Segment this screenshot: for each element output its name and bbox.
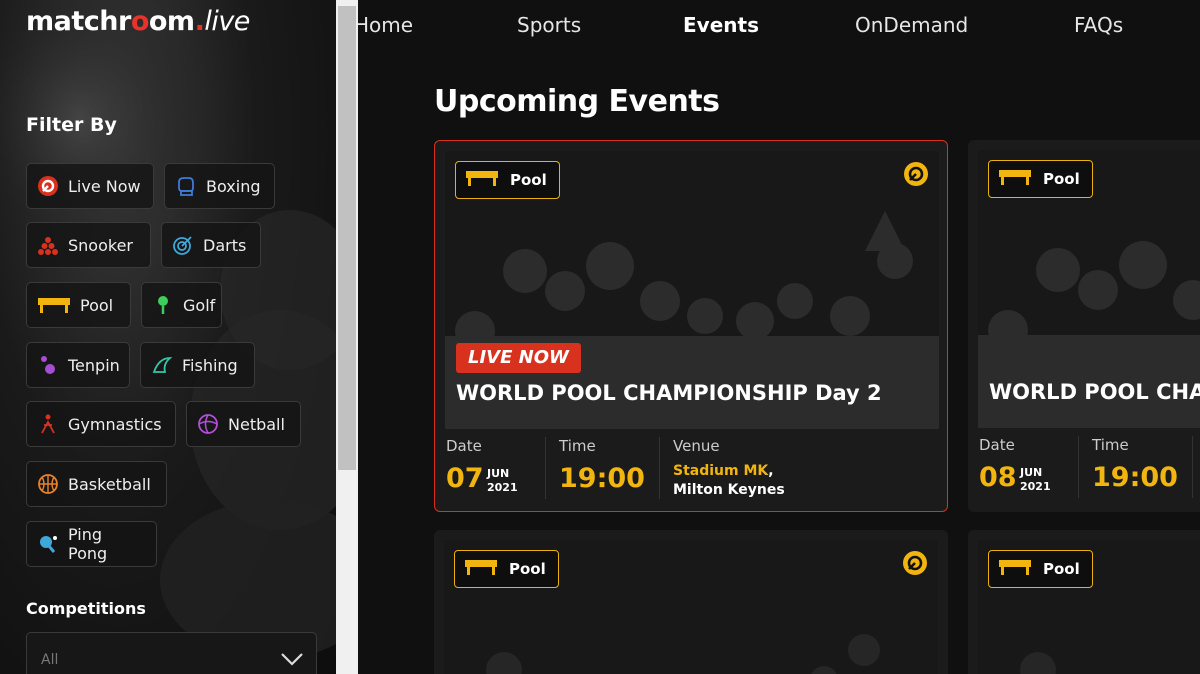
event-card[interactable]: Pool LIVE NOW WORLD POOL CHAMPIONSHIP Da… [434, 140, 948, 512]
event-info: Date 08 JUN 2021 Time 19:00 [968, 436, 1200, 506]
event-month-year: JUN 2021 [487, 467, 518, 495]
time-label: Time [559, 437, 596, 455]
event-year: 2021 [1020, 480, 1051, 493]
event-month-year: JUN 2021 [1020, 466, 1051, 494]
event-time: 19:00 [1092, 462, 1178, 493]
chevron-down-icon [280, 651, 304, 670]
filter-label: Netball [228, 414, 285, 434]
divider [1078, 436, 1079, 498]
date-label: Date [979, 436, 1015, 454]
netball-icon [197, 413, 219, 435]
pool-table-icon [37, 294, 71, 316]
event-card[interactable]: Pool [434, 530, 948, 674]
event-year: 2021 [487, 481, 518, 494]
filter-pool[interactable]: Pool [26, 282, 131, 328]
event-card[interactable]: Pool [968, 530, 1200, 674]
sport-badge-label: Pool [1043, 170, 1080, 188]
nav-ondemand[interactable]: OnDemand [855, 13, 968, 37]
divider [1192, 436, 1193, 498]
filter-label: Gymnastics [68, 414, 162, 434]
pool-table-icon [998, 167, 1032, 191]
filter-boxing[interactable]: Boxing [164, 163, 275, 209]
filter-by-title: Filter By [26, 114, 117, 136]
event-month: JUN [487, 467, 510, 480]
filter-basketball[interactable]: Basketball [26, 461, 167, 507]
filter-label: Live Now [68, 176, 141, 196]
filter-label: Tenpin [68, 355, 120, 375]
venue-name-text: Stadium MK [673, 463, 769, 479]
filter-golf[interactable]: Golf [141, 282, 222, 328]
filter-live-now[interactable]: Live Now [26, 163, 154, 209]
nav-sports[interactable]: Sports [517, 13, 581, 37]
filter-fishing[interactable]: Fishing [140, 342, 255, 388]
snooker-balls-icon [37, 234, 59, 256]
sidebar: matchroom.live Filter By Live Now Boxing… [0, 0, 336, 674]
sidebar-scrollbar-thumb[interactable] [338, 6, 356, 470]
ping-pong-paddle-icon [37, 533, 59, 555]
sport-badge-label: Pool [509, 560, 546, 578]
boxing-glove-icon [175, 175, 197, 197]
event-month: JUN [1020, 466, 1043, 479]
time-label: Time [1092, 436, 1129, 454]
venue-label: Venue [673, 437, 720, 455]
pool-table-icon [998, 557, 1032, 581]
pool-table-icon [465, 168, 499, 192]
venue-comma: , [768, 463, 774, 479]
page-title: Upcoming Events [434, 84, 720, 119]
event-day: 07 [446, 463, 484, 494]
main-content: Home Sports Events OnDemand FAQs Upcomin… [358, 0, 1200, 674]
competitions-select-value: All [41, 652, 59, 668]
filter-tenpin[interactable]: Tenpin [26, 342, 130, 388]
sport-badge: Pool [988, 550, 1093, 588]
filter-ping-pong[interactable]: Ping Pong [26, 521, 157, 567]
filter-label: Boxing [206, 176, 261, 196]
sport-badge: Pool [454, 550, 559, 588]
competitions-select[interactable]: All [26, 632, 317, 674]
fishing-icon [151, 354, 173, 376]
event-title: WORLD POOL CHAMPIONSHIP Day 2 [456, 381, 882, 405]
sport-badge-label: Pool [510, 171, 547, 189]
bowling-pin-icon [37, 354, 59, 376]
filter-gymnastics[interactable]: Gymnastics [26, 401, 176, 447]
filter-netball[interactable]: Netball [186, 401, 301, 447]
matchroom-logo[interactable]: matchroom.live [26, 6, 250, 37]
filter-label: Basketball [68, 474, 151, 494]
filter-label: Snooker [68, 235, 133, 255]
live-now-icon [37, 175, 59, 197]
dartboard-icon [172, 234, 194, 256]
divider [545, 437, 546, 499]
nav-faqs[interactable]: FAQs [1074, 13, 1123, 37]
filter-label: Ping Pong [68, 525, 108, 563]
matchroom-live-icon [902, 550, 928, 580]
pool-table-icon [464, 557, 498, 581]
event-day: 08 [979, 462, 1017, 493]
sport-badge-label: Pool [1043, 560, 1080, 578]
nav-home[interactable]: Home [358, 13, 413, 37]
sport-badge: Pool [988, 160, 1093, 198]
filter-label: Darts [203, 235, 247, 255]
event-card[interactable]: Pool WORLD POOL CHAM Date 08 JUN2021 Tim… [968, 140, 1200, 512]
sport-badge: Pool [455, 161, 560, 199]
filter-darts[interactable]: Darts [161, 222, 261, 268]
basketball-icon [37, 473, 59, 495]
filter-label: Fishing [182, 355, 238, 375]
filter-label: Golf [183, 295, 216, 315]
gymnastics-icon [37, 413, 59, 435]
filter-label: Pool [80, 295, 114, 315]
competitions-title: Competitions [26, 599, 146, 618]
event-time: 19:00 [559, 463, 645, 494]
event-title: WORLD POOL CHAM [989, 380, 1200, 404]
sidebar-background-art [0, 0, 336, 660]
logo-o: o [130, 6, 150, 37]
venue-name: Stadium MK, [673, 463, 774, 479]
event-info: Date 07 JUN 2021 Time 19:00 Venue Stadium… [435, 437, 947, 507]
matchroom-live-icon [903, 161, 929, 191]
live-now-badge: LIVE NOW [456, 343, 581, 373]
date-label: Date [446, 437, 482, 455]
filter-snooker[interactable]: Snooker [26, 222, 151, 268]
nav-events[interactable]: Events [683, 13, 759, 37]
venue-city: Milton Keynes [673, 482, 785, 498]
golf-tee-icon [152, 294, 174, 316]
divider [659, 437, 660, 499]
